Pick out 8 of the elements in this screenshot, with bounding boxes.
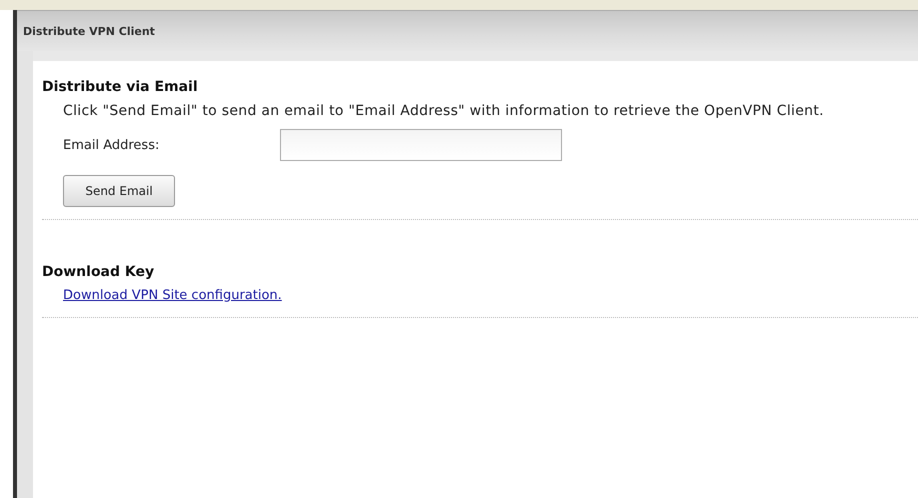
- send-email-button[interactable]: Send Email: [63, 175, 175, 207]
- section-heading: Distribute via Email: [42, 79, 199, 95]
- email-field[interactable]: [280, 129, 562, 161]
- download-link[interactable]: Download VPN Site configuration.: [63, 288, 282, 303]
- section-heading: Download Key: [42, 264, 156, 280]
- description-text: Click "Send Email" to send an email to "Email Address" with information to retrieve the OpenVPN Client.: [63, 103, 825, 119]
- window-title: Distribute VPN Client: [23, 24, 155, 38]
- field-label: Email Address:: [63, 138, 160, 152]
